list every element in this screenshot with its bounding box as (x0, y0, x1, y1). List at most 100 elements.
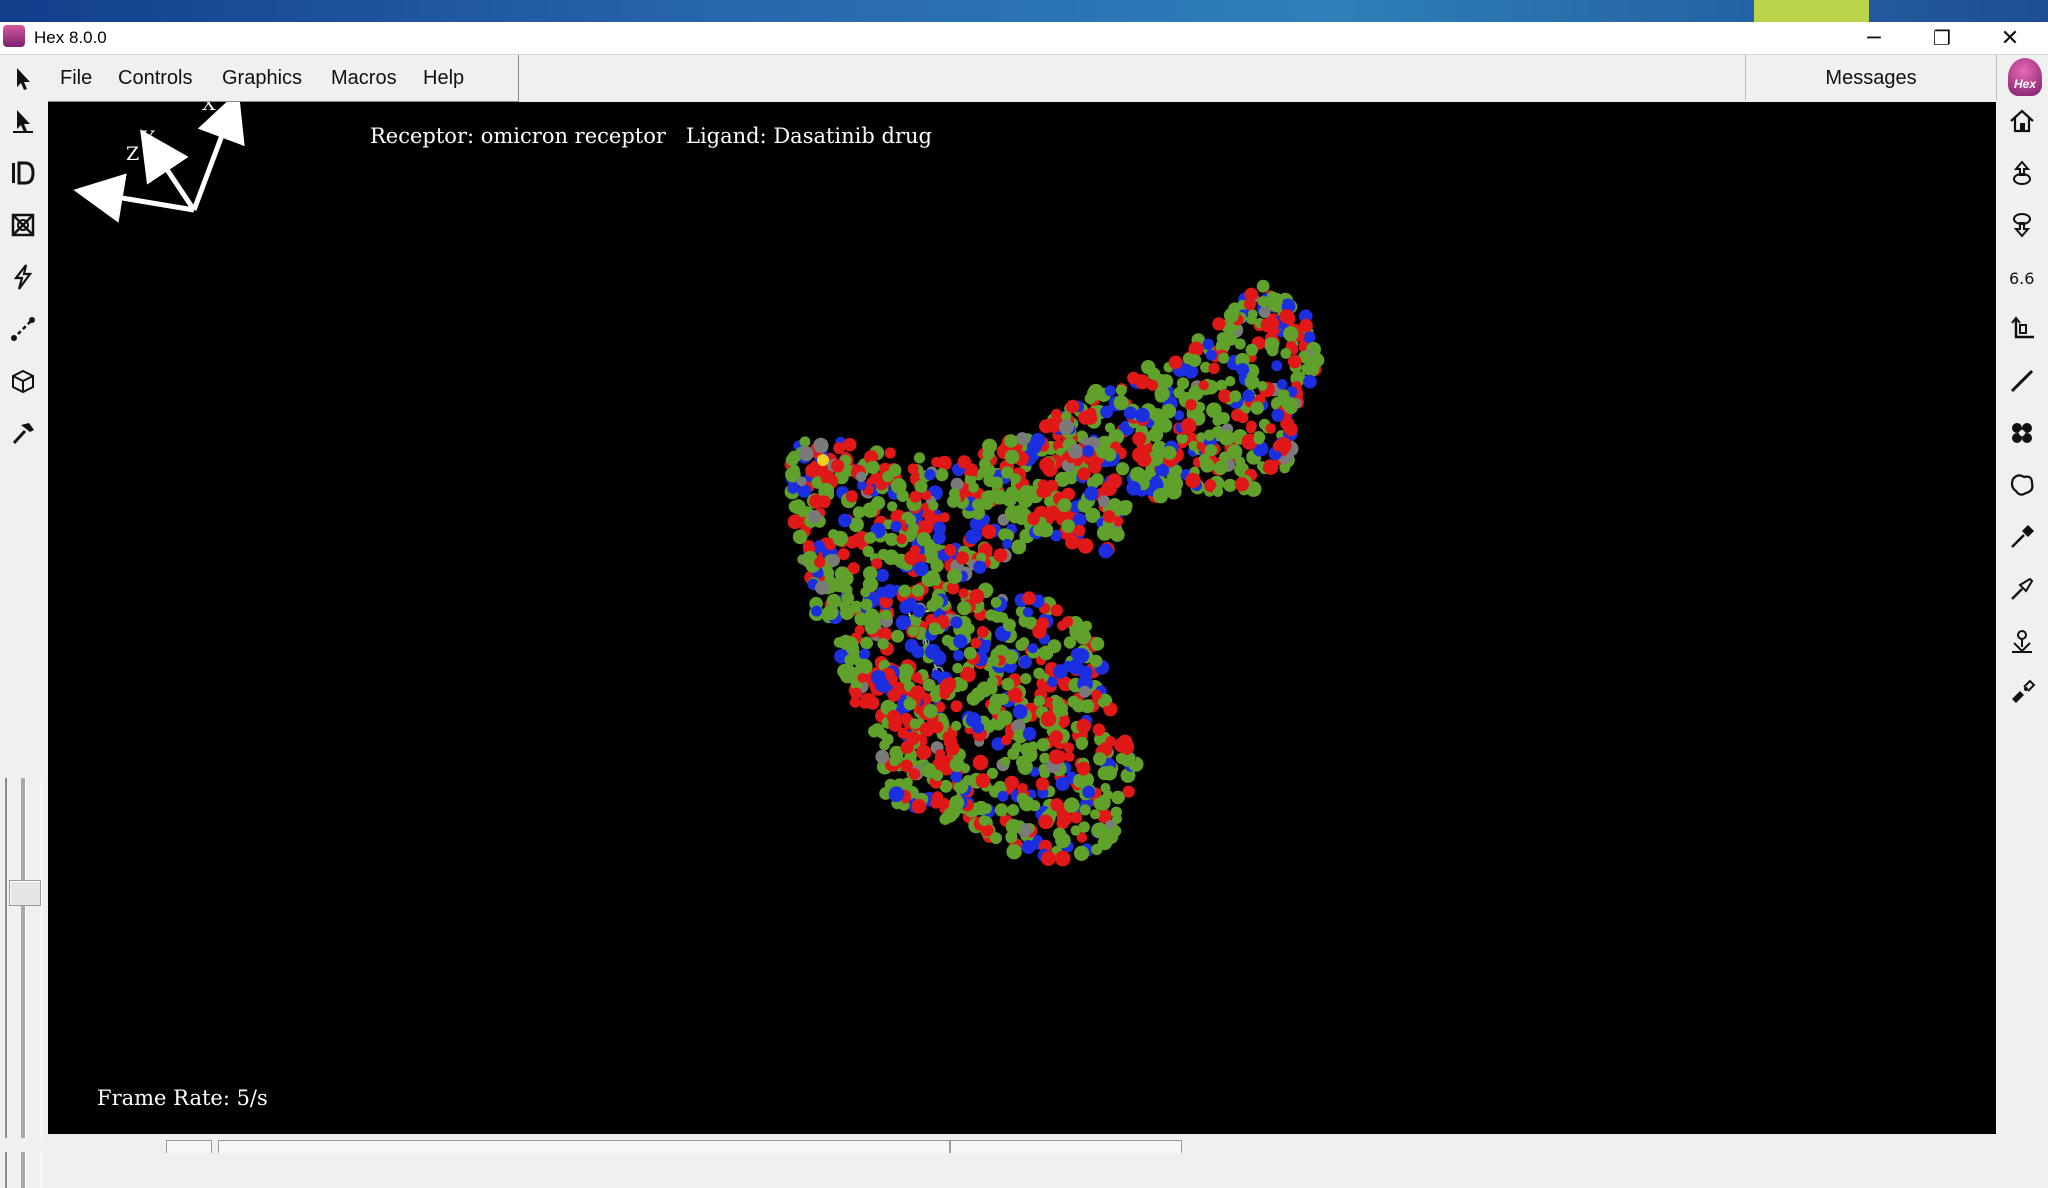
atom-sphere (1271, 360, 1283, 372)
atom-sphere (1115, 384, 1127, 396)
zoom-slider[interactable] (5, 778, 42, 1188)
atom-sphere (1089, 654, 1103, 668)
messages-button[interactable]: Messages (1745, 55, 1997, 101)
select-arrow-icon[interactable] (6, 104, 40, 138)
rotate-up-icon[interactable] (2005, 156, 2039, 190)
atom-sphere (1126, 481, 1141, 496)
sulfur-atom (817, 454, 829, 466)
atom-sphere (1116, 462, 1130, 476)
atom-sphere (1198, 380, 1209, 391)
atom-sphere (1056, 817, 1069, 830)
atom-sphere (1032, 624, 1047, 639)
measure-icon[interactable] (6, 312, 40, 346)
atom-sphere (928, 622, 942, 636)
atom-sphere (1047, 676, 1058, 688)
atom-sphere (1019, 485, 1035, 500)
atom-sphere (950, 700, 963, 713)
atom-sphere (925, 643, 941, 660)
atom-sphere (945, 545, 957, 557)
atom-sphere (1264, 316, 1280, 331)
atom-sphere (1053, 827, 1067, 841)
cube-edit-icon[interactable] (6, 364, 40, 398)
molecule-icon[interactable] (2005, 416, 2039, 450)
atom-sphere (1279, 309, 1294, 324)
menu-graphics[interactable]: Graphics (218, 55, 306, 101)
atom-sphere (1026, 439, 1042, 455)
atom-sphere (1090, 809, 1101, 820)
atom-sphere (1027, 512, 1040, 526)
atom-sphere (1090, 637, 1105, 651)
atom-sphere (1258, 306, 1271, 318)
menu-macros[interactable]: Macros (327, 55, 401, 101)
atom-sphere (1256, 279, 1270, 293)
atom-sphere (1205, 479, 1217, 491)
home-icon[interactable] (2005, 104, 2039, 138)
atom-sphere (1136, 451, 1152, 467)
atom-sphere (907, 626, 919, 637)
molecular-viewport[interactable]: X Y Z Receptor: omicron receptor Ligand:… (48, 102, 1996, 1134)
atom-sphere (1253, 433, 1265, 445)
atom-sphere (1004, 449, 1020, 465)
atom-sphere (1154, 416, 1170, 432)
atom-sphere (914, 481, 925, 492)
close-button[interactable]: ✕ (1980, 22, 2040, 54)
atom-sphere (860, 598, 873, 611)
receptor-protein[interactable] (48, 102, 1996, 1134)
atom-sphere (891, 629, 905, 643)
atom-sphere (931, 456, 942, 468)
docking-icon[interactable] (2005, 676, 2039, 710)
atom-sphere (949, 757, 965, 773)
atom-sphere (1088, 460, 1102, 474)
atom-sphere (934, 752, 947, 764)
atom-sphere (814, 556, 826, 568)
atom-sphere (1102, 510, 1116, 523)
atom-sphere (811, 605, 823, 617)
atom-sphere (1020, 673, 1032, 685)
atom-sphere (862, 545, 874, 557)
atom-sphere (910, 685, 926, 701)
axis-frame-icon[interactable] (2005, 312, 2039, 346)
atom-sphere (990, 476, 1004, 490)
atom-sphere (1105, 736, 1116, 747)
atom-sphere (952, 663, 963, 674)
atom-sphere (815, 580, 829, 595)
maximize-button[interactable]: ❐ (1912, 22, 1972, 54)
atom-sphere (1218, 352, 1230, 364)
atom-sphere (1202, 338, 1214, 350)
atom-sphere (1245, 423, 1257, 434)
pointer-icon[interactable] (6, 62, 40, 96)
atom-sphere (1088, 383, 1104, 400)
anchor-icon[interactable] (2005, 624, 2039, 658)
atom-sphere (850, 687, 863, 700)
atom-sphere (1073, 524, 1086, 537)
atom-sphere (788, 500, 802, 513)
pipette-icon[interactable] (2005, 520, 2039, 554)
menu-controls[interactable]: Controls (114, 55, 196, 101)
menu-file[interactable]: File (56, 55, 96, 101)
minimize-button[interactable]: ─ (1844, 22, 1904, 54)
hex-app-icon (3, 25, 25, 47)
menu-help[interactable]: Help (419, 55, 468, 101)
atom-sphere (1155, 390, 1167, 403)
surface-icon[interactable] (2005, 468, 2039, 502)
atom-sphere (1076, 739, 1087, 751)
atom-sphere (899, 600, 913, 614)
atom-sphere (808, 510, 822, 524)
distance-icon[interactable]: 6.6 (2005, 260, 2039, 294)
atom-sphere (947, 568, 963, 584)
hammer-icon[interactable] (6, 416, 40, 450)
atom-sphere (932, 531, 946, 545)
crossed-box-icon[interactable] (6, 208, 40, 242)
id-label-icon[interactable] (6, 156, 40, 190)
atom-sphere (1076, 718, 1091, 734)
probe-icon[interactable] (2005, 572, 2039, 606)
atom-sphere (983, 464, 996, 477)
atom-sphere (854, 625, 865, 636)
rotate-down-icon[interactable] (2005, 208, 2039, 242)
atom-sphere (1019, 655, 1032, 669)
line-icon[interactable] (2005, 364, 2039, 398)
atom-sphere (955, 551, 970, 565)
slider-thumb[interactable] (9, 880, 41, 906)
atom-sphere (1229, 390, 1242, 403)
lightning-icon[interactable] (6, 260, 40, 294)
